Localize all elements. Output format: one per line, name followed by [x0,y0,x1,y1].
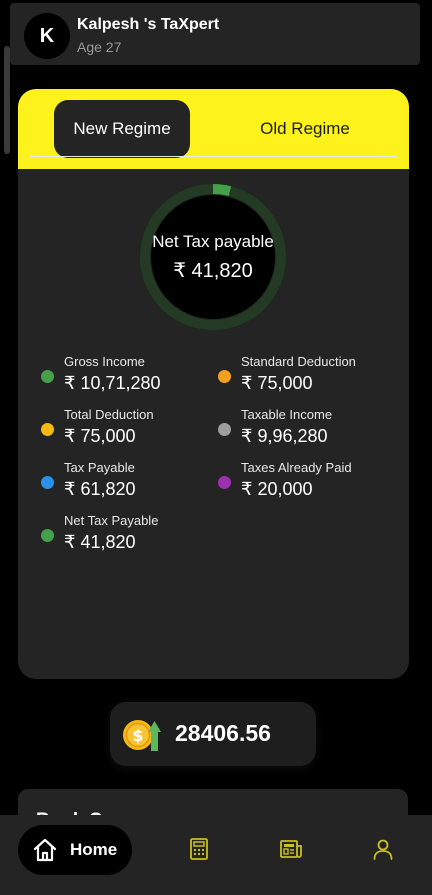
stat-label: Standard Deduction [241,354,356,369]
stat-value: ₹ 61,820 [64,479,136,499]
coin-balance-button[interactable]: $ 28406.56 [110,702,316,766]
nav-home-button[interactable]: Home [18,825,132,875]
net-tax-value: ₹ 41,820 [173,259,253,282]
stat-value: ₹ 10,71,280 [64,373,161,393]
stat-value: ₹ 75,000 [64,426,136,446]
legend-dot [41,370,54,383]
stat-value: ₹ 41,820 [64,532,136,552]
stat-value: ₹ 20,000 [241,479,313,499]
stat-label: Taxes Already Paid [241,460,352,475]
home-icon [33,838,57,862]
stat-value: ₹ 9,96,280 [241,426,328,446]
scrollbar[interactable] [4,46,10,154]
stat-label: Net Tax Payable [64,513,159,528]
tab-divider [30,156,397,157]
stat-gross-income: Gross Income ₹ 10,71,280 [41,354,211,400]
news-icon[interactable] [279,837,303,861]
stat-label: Gross Income [64,354,145,369]
coin-balance-value: 28406.56 [175,720,271,746]
stat-taxable-income: Taxable Income ₹ 9,96,280 [218,407,388,453]
stat-label: Taxable Income [241,407,333,422]
stat-standard-deduction: Standard Deduction ₹ 75,000 [218,354,388,400]
coin-growth-icon: $ [123,720,161,751]
user-age: Age 27 [77,39,122,55]
profile-icon[interactable] [371,837,395,861]
regime-tabs: New Regime Old Regime [18,89,409,169]
legend-dot [41,529,54,542]
stat-tax-payable: Tax Payable ₹ 61,820 [41,460,211,506]
stat-label: Total Deduction [64,407,154,422]
nav-home-label: Home [70,840,118,859]
legend-dot [218,370,231,383]
stat-label: Tax Payable [64,460,135,475]
user-name: Kalpesh 's TaXpert [77,16,220,33]
legend-dot [218,423,231,436]
legend-dot [41,423,54,436]
legend-dot [41,476,54,489]
legend-dot [218,476,231,489]
avatar[interactable]: K [24,13,70,59]
stat-value: ₹ 75,000 [241,373,313,393]
tab-old-regime[interactable]: Old Regime [238,100,372,158]
bottom-navbar: Home [0,815,432,895]
stat-taxes-already-paid: Taxes Already Paid ₹ 20,000 [218,460,388,506]
app-header: K Kalpesh 's TaXpert Age 27 [10,3,420,65]
calculator-icon[interactable] [187,837,211,861]
svg-text:$: $ [132,726,143,745]
stat-net-tax-payable: Net Tax Payable ₹ 41,820 [41,513,211,559]
tax-summary-card: New Regime Old Regime Net Tax payable ₹ … [18,89,409,679]
net-tax-label: Net Tax payable [152,231,274,251]
tab-new-regime[interactable]: New Regime [54,100,190,158]
ring-center: Net Tax payable ₹ 41,820 [138,182,288,332]
stat-total-deduction: Total Deduction ₹ 75,000 [41,407,211,453]
